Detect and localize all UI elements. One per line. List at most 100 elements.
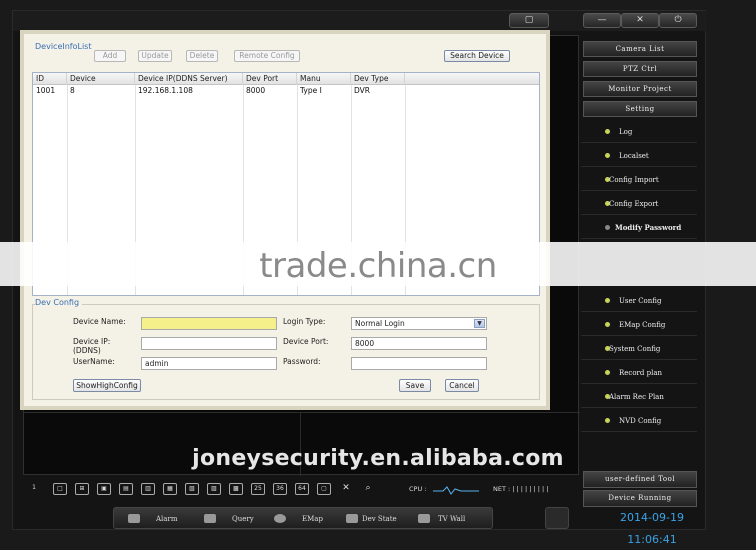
device-ip-field[interactable] xyxy=(141,337,277,350)
search-icon[interactable]: ⌕ xyxy=(361,483,375,495)
monitor-project-button[interactable]: Monitor Project xyxy=(583,81,697,97)
bullet-icon xyxy=(605,418,610,423)
status-datetime: 2014-09-19 11:06:41 xyxy=(620,511,684,546)
camera-list-button[interactable]: Camera List xyxy=(583,41,697,57)
setting-item-emap-config[interactable]: EMap Config xyxy=(581,314,697,336)
split-20-icon[interactable]: ▩ xyxy=(229,483,243,495)
column-header[interactable]: Manu xyxy=(297,73,351,85)
cell-dev-port: 8000 xyxy=(246,86,266,95)
setting-item-label: Config Export xyxy=(609,200,659,208)
login-type-select[interactable]: Normal Login ▼ xyxy=(351,317,487,330)
search-device-button[interactable]: Search Device xyxy=(444,50,510,62)
dev-config-group: Device Name: Device IP: (DDNS) UserName:… xyxy=(32,304,540,400)
video-grid-divider xyxy=(24,412,580,413)
alarm-label: Alarm xyxy=(156,515,178,523)
split-16-icon[interactable]: ▨ xyxy=(207,483,221,495)
remote-config-button[interactable]: Remote Config xyxy=(234,50,300,62)
add-button[interactable]: Add xyxy=(94,50,126,62)
bullet-icon xyxy=(605,370,610,375)
emap-tab[interactable]: EMap xyxy=(274,508,334,530)
show-high-config-button[interactable]: ShowHighConfig xyxy=(73,379,141,392)
split-1-icon[interactable]: 1 xyxy=(27,483,41,495)
save-button[interactable]: Save xyxy=(399,379,431,392)
bottom-navigation: Alarm Query EMap Dev State TV Wall xyxy=(113,507,493,529)
setting-item-log[interactable]: Log xyxy=(581,121,697,143)
close-all-icon[interactable]: ✕ xyxy=(339,483,353,495)
setting-item-label: Modify Password xyxy=(615,223,682,232)
watermark-center: trade.china.cn xyxy=(259,246,497,286)
clock-icon-button[interactable] xyxy=(545,507,569,529)
setting-item-localset[interactable]: Localset xyxy=(581,145,697,167)
fullscreen-button[interactable]: ✕ xyxy=(621,13,659,28)
split-8-icon[interactable]: ▤ xyxy=(119,483,133,495)
dev-state-tab[interactable]: Dev State xyxy=(346,508,412,530)
username-label: UserName: xyxy=(73,357,115,366)
split-9-icon[interactable]: ▥ xyxy=(141,483,155,495)
split-6-icon[interactable]: ▣ xyxy=(97,483,111,495)
table-header: ID Device Device IP(DDNS Server) Dev Por… xyxy=(33,73,539,85)
column-header[interactable]: Device IP(DDNS Server) xyxy=(135,73,243,85)
cell-manu: Type I xyxy=(300,86,322,95)
setting-item-alarm-rec-plan[interactable]: Alarm Rec Plan xyxy=(581,386,697,408)
setting-item-nvd-config[interactable]: NVD Config xyxy=(581,410,697,432)
setting-item-user-config[interactable]: User Config xyxy=(581,290,697,312)
cell-device-ip: 192.168.1.108 xyxy=(138,86,193,95)
setting-item-label: Record plan xyxy=(619,369,663,377)
username-field[interactable]: admin xyxy=(141,357,277,370)
setting-item-modify-password[interactable]: Modify Password xyxy=(581,217,697,239)
split-64-icon[interactable]: 64 xyxy=(295,483,309,495)
device-state-icon xyxy=(346,514,358,523)
split-36-icon[interactable]: 36 xyxy=(273,483,287,495)
query-tab[interactable]: Query xyxy=(204,508,264,530)
cancel-button[interactable]: Cancel xyxy=(445,379,479,392)
device-running-button[interactable]: Device Running xyxy=(583,490,697,507)
bullet-icon xyxy=(605,153,610,158)
password-label: Password: xyxy=(283,357,321,366)
tv-wall-icon xyxy=(418,514,430,523)
update-button[interactable]: Update xyxy=(138,50,172,62)
split-single-icon[interactable]: □ xyxy=(53,483,67,495)
setting-item-label: System Config xyxy=(609,345,661,353)
setting-item-label: Config Import xyxy=(609,176,659,184)
bullet-icon xyxy=(605,298,610,303)
tv-wall-label: TV Wall xyxy=(438,515,466,523)
setting-item-system-config[interactable]: System Config xyxy=(581,338,697,360)
dev-state-label: Dev State xyxy=(362,515,397,523)
alarm-tab[interactable]: Alarm xyxy=(128,508,188,530)
ptz-ctrl-button[interactable]: PTZ Ctrl xyxy=(583,61,697,77)
chevron-down-icon[interactable]: ▼ xyxy=(474,319,485,328)
tv-wall-tab[interactable]: TV Wall xyxy=(418,508,484,530)
minimize-button[interactable]: — xyxy=(583,13,621,28)
device-port-field[interactable]: 8000 xyxy=(351,337,487,350)
device-port-label: Device Port: xyxy=(283,337,329,346)
setting-item-label: EMap Config xyxy=(619,321,666,329)
column-header[interactable]: Device xyxy=(67,73,135,85)
setting-button[interactable]: Setting xyxy=(583,101,697,117)
device-manager-dialog: DeviceInfoList Add Update Delete Remote … xyxy=(20,30,550,410)
cpu-label: CPU : xyxy=(409,485,427,493)
setting-item-config-import[interactable]: Config Import xyxy=(581,169,697,191)
emap-label: EMap xyxy=(302,515,323,523)
globe-icon xyxy=(274,514,286,523)
device-name-field[interactable] xyxy=(141,317,277,330)
power-button[interactable]: ⏻ xyxy=(659,13,697,28)
fullscreen-icon[interactable]: ▢ xyxy=(317,483,331,495)
login-type-label: Login Type: xyxy=(283,317,326,326)
split-25-icon[interactable]: 25 xyxy=(251,483,265,495)
password-field[interactable] xyxy=(351,357,487,370)
user-defined-tool-button[interactable]: user-defined Tool xyxy=(583,471,697,488)
alarm-icon xyxy=(128,514,140,523)
column-header[interactable]: ID xyxy=(33,73,67,85)
split-4-icon[interactable]: ⊞ xyxy=(75,483,89,495)
split-10-icon[interactable]: ▦ xyxy=(163,483,177,495)
split-13-icon[interactable]: ▧ xyxy=(185,483,199,495)
setting-item-config-export[interactable]: Config Export xyxy=(581,193,697,215)
column-header[interactable]: Dev Type xyxy=(351,73,405,85)
setting-item-label: Log xyxy=(619,128,633,136)
column-header[interactable]: Dev Port xyxy=(243,73,297,85)
net-label: NET : | | | | | | | | | xyxy=(493,485,549,493)
setting-item-record-plan[interactable]: Record plan xyxy=(581,362,697,384)
delete-button[interactable]: Delete xyxy=(186,50,218,62)
restore-button[interactable]: ▢ xyxy=(509,13,549,28)
dev-config-title: Dev Config xyxy=(35,298,83,307)
